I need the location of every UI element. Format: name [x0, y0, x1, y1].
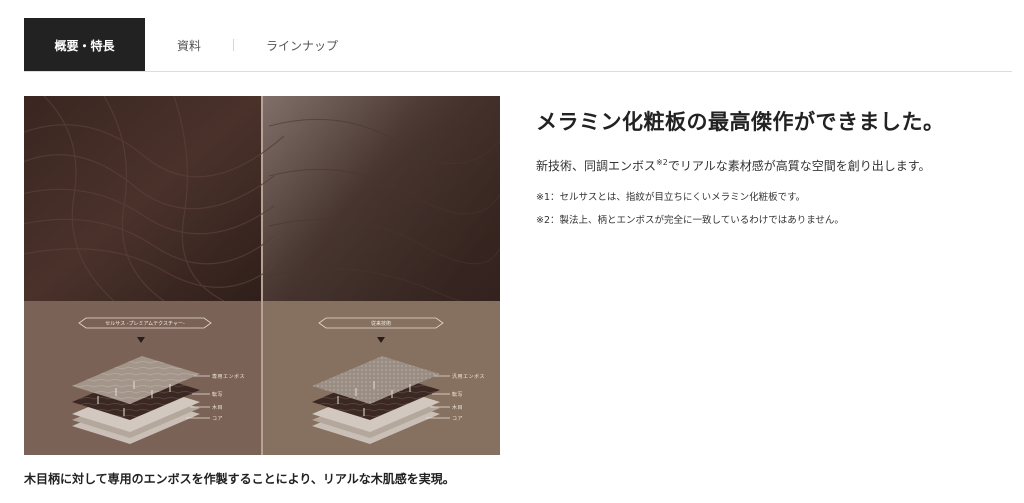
right-layer-label: コア: [452, 416, 464, 422]
right-panel-title: 従来技術: [370, 321, 391, 327]
tab-documents[interactable]: 資料: [145, 18, 233, 72]
right-layer-label: 転写: [452, 392, 464, 398]
footnote-1: ※1：セルサスとは、指紋が目立ちにくいメラミン化粧板です。: [536, 192, 806, 203]
left-layer-label: コア: [212, 416, 224, 422]
tab-underline: [24, 71, 1012, 72]
product-comparison-image: セルサス -プレミアムテクスチャー- 従来技術 専用エンボス 転写 木目 コア …: [24, 96, 500, 455]
left-layer-label: 転写: [212, 392, 224, 398]
footnote-ref: ※2: [656, 158, 668, 167]
left-layer-label: 木目: [212, 405, 224, 411]
tab-overview[interactable]: 概要・特長: [24, 18, 145, 72]
image-caption: 木目柄に対して専用のエンボスを作製することにより、リアルな木肌感を実現。: [24, 472, 455, 486]
page-headline: メラミン化粧板の最高傑作ができました。: [536, 110, 945, 134]
tab-bar: 概要・特長 資料 ラインナップ: [24, 18, 338, 72]
footnote-2: ※2：製法上、柄とエンボスが完全に一致しているわけではありません。: [536, 215, 844, 226]
left-panel-title: セルサス -プレミアムテクスチャー-: [105, 321, 185, 327]
right-layer-label: 汎用エンボス: [452, 374, 486, 380]
wood-sample-left: [24, 96, 261, 301]
description: 新技術、同調エンボス※2でリアルな素材感が高質な空間を創り出します。: [536, 158, 931, 173]
right-layer-label: 木目: [452, 405, 464, 411]
tab-lineup[interactable]: ラインナップ: [234, 18, 338, 72]
left-layer-label: 専用エンボス: [212, 374, 246, 380]
